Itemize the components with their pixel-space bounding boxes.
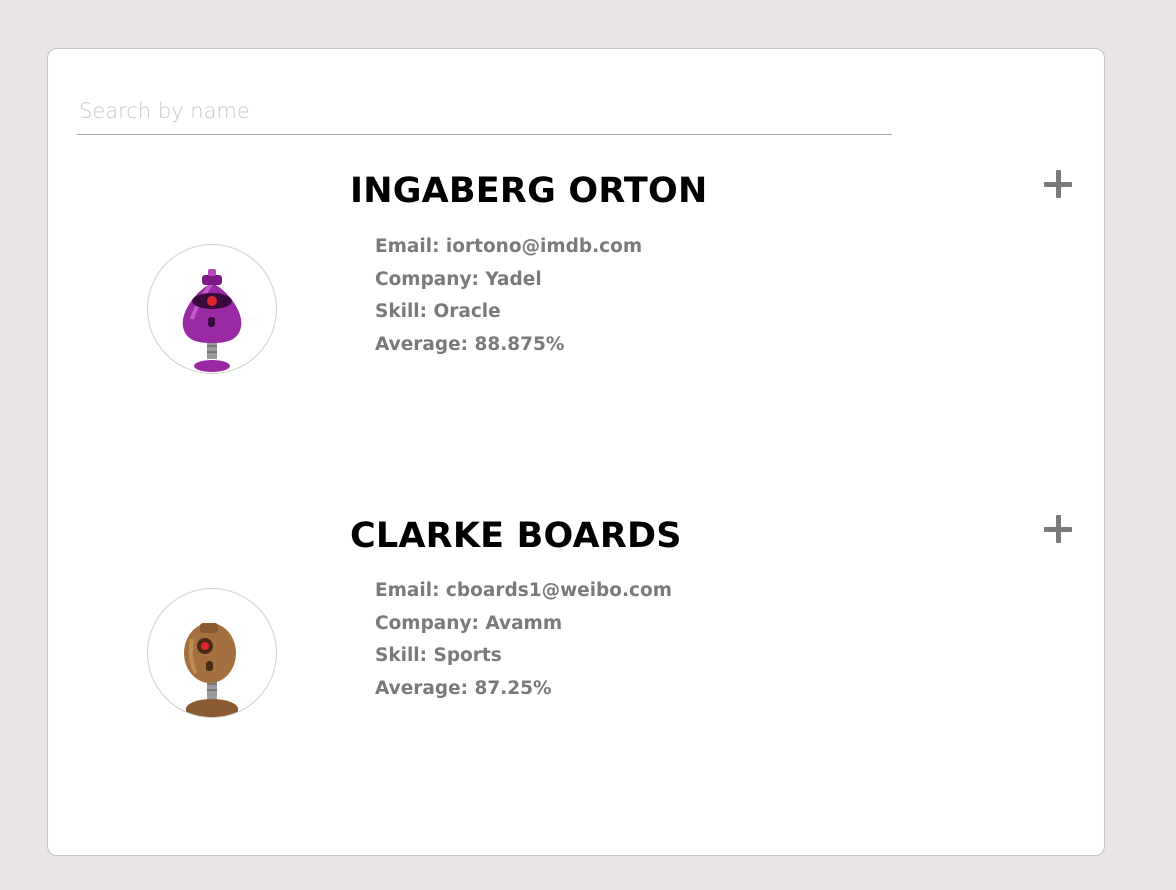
robot-avatar-image xyxy=(184,623,238,717)
student-company: Company: Avamm xyxy=(375,612,563,634)
student-skill: Skill: Sports xyxy=(375,645,502,666)
student-company: Company: Yadel xyxy=(375,268,542,290)
search-input[interactable] xyxy=(77,87,892,135)
robot-avatar-image xyxy=(182,269,242,372)
avatar xyxy=(147,588,277,718)
student-details: Email: iortono@imdb.com Company: Yadel S… xyxy=(375,231,642,361)
avatar xyxy=(147,244,277,374)
student-name: CLARKE BOARDS xyxy=(350,516,682,556)
student-average: Average: 88.875% xyxy=(375,333,565,355)
plus-icon[interactable] xyxy=(1041,169,1075,203)
student-average: Average: 87.25% xyxy=(375,677,552,699)
student-email: Email: cboards1@weibo.com xyxy=(375,580,672,601)
student-item: CLARKE BOARDS Email: cboards1@weibo.com … xyxy=(48,514,1106,774)
student-list-card: INGABERG ORTON Email: iortono@imdb.com C… xyxy=(47,48,1105,856)
student-email: Email: iortono@imdb.com xyxy=(375,236,643,257)
student-name: INGABERG ORTON xyxy=(350,171,708,211)
student-item: INGABERG ORTON Email: iortono@imdb.com C… xyxy=(48,169,1106,429)
student-skill: Skill: Oracle xyxy=(375,301,501,322)
student-details: Email: cboards1@weibo.com Company: Avamm… xyxy=(375,575,672,705)
plus-icon[interactable] xyxy=(1041,514,1075,548)
